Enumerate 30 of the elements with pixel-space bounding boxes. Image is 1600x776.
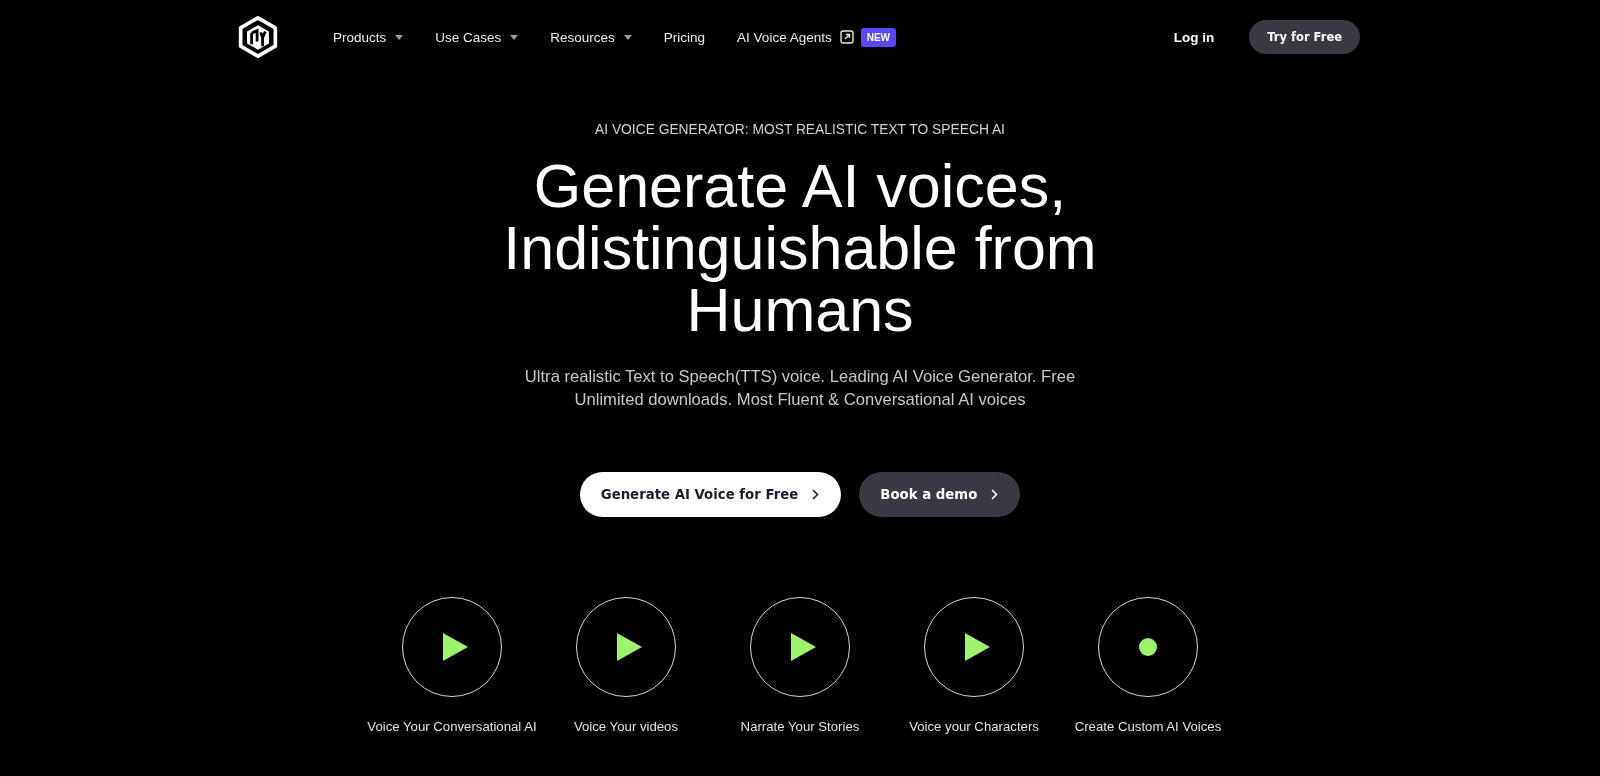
caret-icon [510, 34, 519, 40]
caret-icon [623, 34, 632, 40]
nav-link[interactable]: Resources [550, 29, 632, 45]
nav-link[interactable]: Products [333, 29, 404, 45]
login-link[interactable]: Log in [1173, 29, 1215, 45]
try-for-free-button[interactable]: Try for Free [1249, 20, 1360, 54]
play-icon [442, 633, 468, 661]
sample-label: Voice Your Conversational AI [367, 719, 537, 735]
play-icon [964, 633, 990, 661]
chevron-right-icon [812, 489, 820, 500]
sample-label: Voice your Characters [909, 719, 1039, 735]
nav-link[interactable]: Use Cases [435, 29, 519, 45]
generate-voice-button[interactable]: Generate AI Voice for Free [579, 472, 842, 517]
cube-logo-icon[interactable] [237, 16, 279, 58]
caret-icon [395, 34, 404, 40]
eyebrow-text: AI VOICE GENERATOR: MOST REALISTIC TEXT TO SPEECH AI [595, 122, 1005, 138]
sample-label: Voice Your videos [573, 719, 679, 735]
new-tag: NEW [860, 27, 897, 47]
chevron-right-icon [991, 489, 999, 500]
play-icon [790, 633, 816, 661]
play-icon [616, 633, 642, 661]
external-link-icon [839, 30, 854, 44]
book-demo-button[interactable]: Book a demo [859, 472, 1021, 517]
dot-icon [1139, 638, 1157, 656]
nav-link[interactable]: AI Voice Agents [737, 29, 854, 45]
nav-link[interactable]: Pricing [663, 29, 706, 45]
sample-label: Create Custom AI Voices [1074, 719, 1222, 735]
hero-heading: Generate AI voices, Indistinguishable from Humans [502, 155, 1098, 341]
hero-subtitle: Ultra realistic Text to Speech(TTS) voice. Leading AI Voice Generator. Free Unlimited downloads. Most Fluent & Conversational AI voices [523, 366, 1077, 411]
sample-label: Narrate Your Stories [740, 719, 860, 735]
